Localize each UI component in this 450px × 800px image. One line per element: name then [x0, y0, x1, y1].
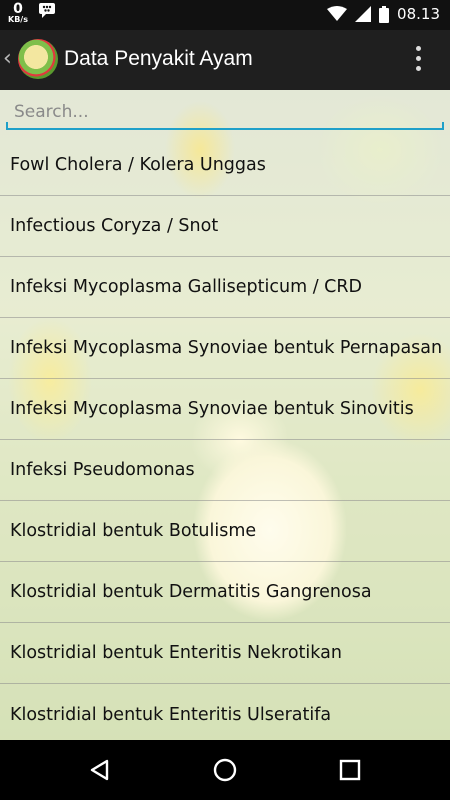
content-area: Fowl Cholera / Kolera Unggas Infectious … — [0, 90, 450, 740]
list-item[interactable]: Infeksi Pseudomonas — [0, 440, 450, 501]
list-item[interactable]: Klostridial bentuk Enteritis Nekrotikan — [0, 623, 450, 684]
search-underline — [6, 122, 444, 130]
back-chevron-icon[interactable]: ‹ — [3, 46, 12, 71]
battery-icon — [379, 5, 390, 23]
clock: 08.13 — [397, 5, 440, 23]
signal-icon — [355, 6, 372, 22]
app-logo-icon[interactable] — [18, 39, 58, 79]
disease-list: Fowl Cholera / Kolera Unggas Infectious … — [0, 135, 450, 740]
list-item[interactable]: Klostridial bentuk Enteritis Ulseratifa — [0, 684, 450, 740]
list-item[interactable]: Fowl Cholera / Kolera Unggas — [0, 135, 450, 196]
bbm-icon — [38, 3, 55, 18]
list-item[interactable]: Infeksi Mycoplasma Gallisepticum / CRD — [0, 257, 450, 318]
back-triangle-icon[interactable] — [85, 755, 115, 785]
list-item[interactable]: Klostridial bentuk Botulisme — [0, 501, 450, 562]
wifi-icon — [327, 6, 348, 21]
overflow-menu-icon[interactable] — [416, 46, 422, 74]
app-bar: ‹ Data Penyakit Ayam — [0, 30, 450, 90]
status-bar: 0 KB/s 08.13 — [0, 0, 450, 30]
search-field[interactable] — [6, 96, 444, 130]
page-title: Data Penyakit Ayam — [64, 47, 253, 70]
search-input[interactable] — [6, 96, 444, 128]
navigation-bar — [0, 740, 450, 800]
list-item[interactable]: Infeksi Mycoplasma Synoviae bentuk Perna… — [0, 318, 450, 379]
list-item[interactable]: Infectious Coryza / Snot — [0, 196, 450, 257]
list-item[interactable]: Infeksi Mycoplasma Synoviae bentuk Sinov… — [0, 379, 450, 440]
network-speed-unit: KB/s — [8, 15, 28, 24]
network-speed-value: 0 — [13, 1, 23, 17]
list-item[interactable]: Klostridial bentuk Dermatitis Gangrenosa — [0, 562, 450, 623]
home-circle-icon[interactable] — [210, 755, 240, 785]
network-speed: 0 KB/s — [8, 2, 28, 24]
recents-square-icon[interactable] — [335, 755, 365, 785]
